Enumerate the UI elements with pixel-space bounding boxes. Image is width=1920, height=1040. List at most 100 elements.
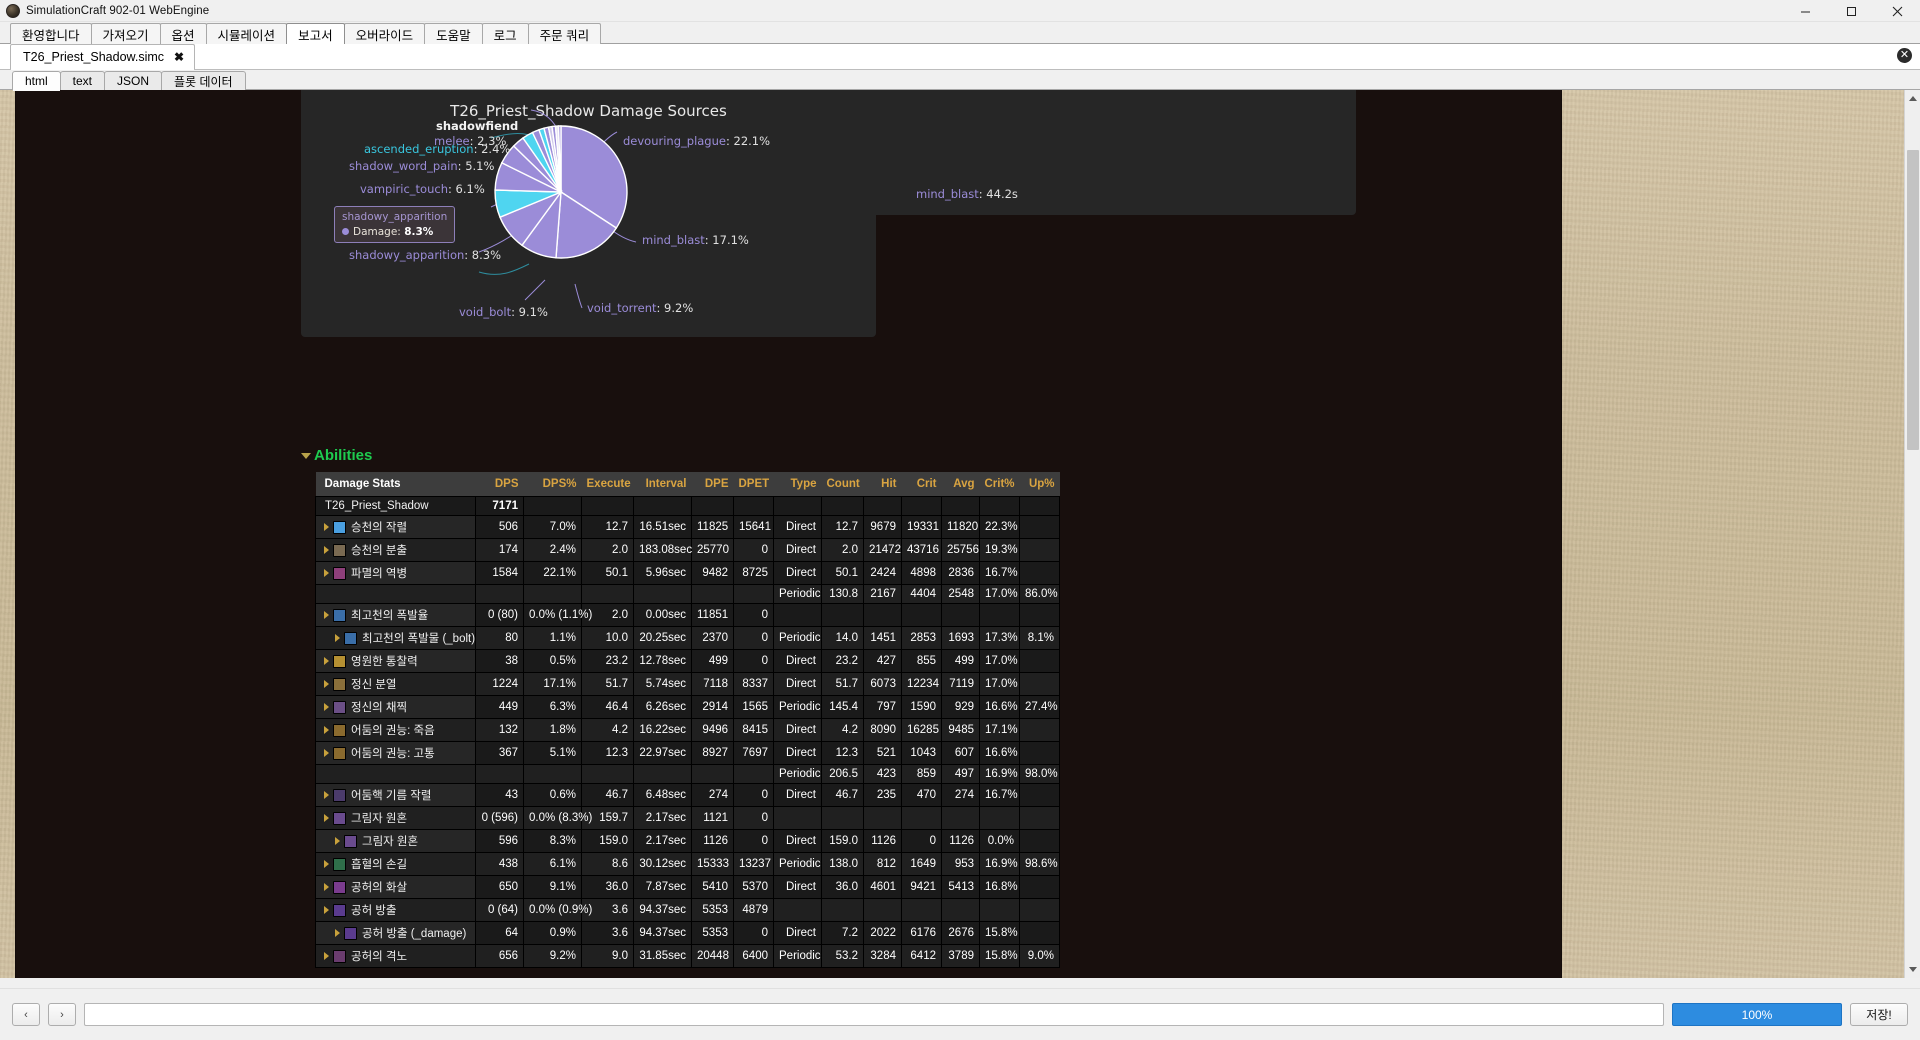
table-row[interactable]: 최고천의 폭발율 0 (80) 0.0% (1.1%) 2.0 0.00sec 11851… <box>315 603 1060 628</box>
expand-arrow-icon[interactable] <box>324 860 329 869</box>
tab-simulate[interactable]: 시뮬레이션 <box>205 23 288 44</box>
col-dpet[interactable]: DPET <box>733 472 774 497</box>
col-avg[interactable]: Avg <box>941 472 980 497</box>
table-row[interactable]: 정신 분열 1224 17.1% 51.7 5.74sec 7118 8337 Direct 5… <box>315 672 1060 697</box>
document-tab[interactable]: T26_Priest_Shadow.simc ✖ <box>10 44 196 70</box>
col-crit[interactable]: Crit <box>901 472 942 497</box>
col-dps[interactable]: DPS <box>475 472 524 497</box>
scrollbar-thumb[interactable] <box>1907 150 1919 450</box>
expand-arrow-icon[interactable] <box>324 749 329 758</box>
expand-arrow-icon[interactable] <box>324 569 329 578</box>
back-button[interactable]: ‹ <box>12 1003 40 1026</box>
expand-arrow-icon[interactable] <box>335 929 340 938</box>
table-row[interactable]: 공허 방출 0 (64) 0.0% (0.9%) 3.6 94.37sec 5353 487… <box>315 898 1060 923</box>
table-row[interactable]: 정신의 채찍 449 6.3% 46.4 6.26sec 2914 1565 Periodic… <box>315 695 1060 720</box>
tab-import[interactable]: 가져오기 <box>90 23 161 44</box>
cell-ability-name[interactable]: 공허의 격노 <box>315 944 476 969</box>
scroll-up-button[interactable] <box>1905 90 1920 107</box>
expand-arrow-icon[interactable] <box>324 546 329 555</box>
col-hit[interactable]: Hit <box>863 472 902 497</box>
table-row[interactable]: 승천의 작렬 506 7.0% 12.7 16.51sec 11825 15641 Direc… <box>315 515 1060 540</box>
table-row[interactable]: 어둠핵 기름 작렬 43 0.6% 46.7 6.48sec 274 0 Direct 46.7… <box>315 783 1060 808</box>
cell-ability-name[interactable]: 파멸의 역병 <box>315 561 476 586</box>
abilities-section-header[interactable]: Abilities <box>301 447 372 464</box>
col-dps-pct[interactable]: DPS% <box>523 472 582 497</box>
table-row[interactable]: 영원한 통찰력 38 0.5% 23.2 12.78sec 499 0 Direct 23.2 4… <box>315 649 1060 674</box>
table-row[interactable]: 승천의 분출 174 2.4% 2.0 183.08sec 25770 0 Direct 2.0… <box>315 538 1060 563</box>
table-row[interactable]: 공허의 격노 656 9.2% 9.0 31.85sec 20448 6400 Periodi… <box>315 944 1060 969</box>
close-icon[interactable]: ✖ <box>174 51 184 63</box>
url-input[interactable] <box>84 1003 1664 1026</box>
expand-arrow-icon[interactable] <box>324 906 329 915</box>
cell-ability-name[interactable]: 공허 방출 <box>315 898 476 923</box>
table-row[interactable]: 그림자 원혼 596 8.3% 159.0 2.17sec 1126 0 Direct 159.… <box>315 829 1060 854</box>
col-up-pct[interactable]: Up% <box>1019 472 1060 497</box>
cell-ability-name[interactable]: 공허 방출 (_damage) <box>315 921 476 946</box>
col-type[interactable]: Type <box>773 472 822 497</box>
cell-ability-name[interactable]: 정신 분열 <box>315 672 476 697</box>
vertical-scrollbar[interactable] <box>1904 90 1920 978</box>
save-button[interactable]: 저장! <box>1850 1003 1908 1026</box>
subtab-html[interactable]: html <box>12 71 61 91</box>
col-execute[interactable]: Execute <box>581 472 634 497</box>
expand-arrow-icon[interactable] <box>324 703 329 712</box>
cell-ability-name[interactable]: 그림자 원혼 <box>315 829 476 854</box>
col-dpe[interactable]: DPE <box>691 472 734 497</box>
scroll-down-button[interactable] <box>1905 961 1920 978</box>
expand-arrow-icon[interactable] <box>324 611 329 620</box>
forward-button[interactable]: › <box>48 1003 76 1026</box>
table-row[interactable]: 최고천의 폭발물 (_bolt) 80 1.1% 10.0 20.25sec 2370 0 P… <box>315 626 1060 651</box>
cell-ability-name[interactable]: 흡혈의 손길 <box>315 852 476 877</box>
col-count[interactable]: Count <box>821 472 864 497</box>
tab-results[interactable]: 보고서 <box>286 23 345 45</box>
maximize-button[interactable] <box>1828 0 1874 22</box>
tab-log[interactable]: 로그 <box>481 23 529 44</box>
table-row[interactable]: 어둠의 권능: 고통 367 5.1% 12.3 22.97sec 8927 7697 Dir… <box>315 741 1060 766</box>
expand-arrow-icon[interactable] <box>324 657 329 666</box>
close-button[interactable] <box>1874 0 1920 22</box>
expand-arrow-icon[interactable] <box>335 634 340 643</box>
expand-arrow-icon[interactable] <box>324 814 329 823</box>
table-row[interactable]: 흡혈의 손길 438 6.1% 8.6 30.12sec 15333 13237 Period… <box>315 852 1060 877</box>
cell-ability-name[interactable]: 승천의 작렬 <box>315 515 476 540</box>
cell-ability-name[interactable]: 최고천의 폭발율 <box>315 603 476 628</box>
table-row[interactable]: 그림자 원혼 0 (596) 0.0% (8.3%) 159.7 2.17sec 1121… <box>315 806 1060 831</box>
table-row[interactable]: 어둠의 권능: 죽음 132 1.8% 4.2 16.22sec 9496 8415 Dire… <box>315 718 1060 743</box>
cell-ability-name[interactable]: 어둠의 권능: 죽음 <box>315 718 476 743</box>
cell-ability-name[interactable]: 영원한 통찰력 <box>315 649 476 674</box>
cell-ability-name[interactable]: 공허의 화살 <box>315 875 476 900</box>
subtab-plot-data[interactable]: 플롯 데이터 <box>161 71 246 90</box>
progress-indicator[interactable]: 100% <box>1672 1003 1842 1026</box>
expand-arrow-icon[interactable] <box>324 791 329 800</box>
cell-ability-name[interactable]: 정신의 채찍 <box>315 695 476 720</box>
expand-arrow-icon[interactable] <box>324 952 329 961</box>
minimize-button[interactable] <box>1782 0 1828 22</box>
col-damage-stats[interactable]: Damage Stats <box>315 472 476 497</box>
expand-arrow-icon[interactable] <box>324 680 329 689</box>
expand-arrow-icon[interactable] <box>324 883 329 892</box>
subtab-json[interactable]: JSON <box>104 71 163 90</box>
tab-spell-query[interactable]: 주문 쿼리 <box>527 23 602 44</box>
close-all-results-icon[interactable]: ✕ <box>1897 48 1912 63</box>
tab-overrides[interactable]: 오버라이드 <box>343 23 426 44</box>
tab-options[interactable]: 옵션 <box>159 23 207 44</box>
table-row[interactable]: 공허의 화살 650 9.1% 36.0 7.87sec 5410 5370 Direct 36… <box>315 875 1060 900</box>
col-crit-pct[interactable]: Crit% <box>979 472 1020 497</box>
expand-arrow-icon[interactable] <box>324 523 329 532</box>
cell-ability-name[interactable]: 그림자 원혼 <box>315 806 476 831</box>
expand-arrow-icon[interactable] <box>335 837 340 846</box>
table-row[interactable]: Periodic 206.5 423 859 497 16.9% 98.0% <box>315 764 1060 785</box>
cell-ability-name[interactable]: 최고천의 폭발물 (_bolt) <box>315 626 476 651</box>
expand-arrow-icon[interactable] <box>324 726 329 735</box>
table-row[interactable]: Periodic 130.8 2167 4404 2548 17.0% 86.0% <box>315 584 1060 605</box>
cell-ability-name[interactable]: 어둠의 권능: 고통 <box>315 741 476 766</box>
table-row[interactable]: 파멸의 역병 1584 22.1% 50.1 5.96sec 9482 8725 Direct… <box>315 561 1060 586</box>
tab-help[interactable]: 도움말 <box>424 23 483 44</box>
cell-ability-name[interactable]: 승천의 분출 <box>315 538 476 563</box>
col-interval[interactable]: Interval <box>633 472 692 497</box>
cell-ability-name[interactable]: 어둠핵 기름 작렬 <box>315 783 476 808</box>
subtab-text[interactable]: text <box>59 71 106 90</box>
table-row[interactable]: 공허 방출 (_damage) 64 0.9% 3.6 94.37sec 5353 0 Dir… <box>315 921 1060 946</box>
tab-welcome[interactable]: 환영합니다 <box>10 23 92 44</box>
table-row[interactable]: T26_Priest_Shadow 7171 <box>315 495 1060 517</box>
